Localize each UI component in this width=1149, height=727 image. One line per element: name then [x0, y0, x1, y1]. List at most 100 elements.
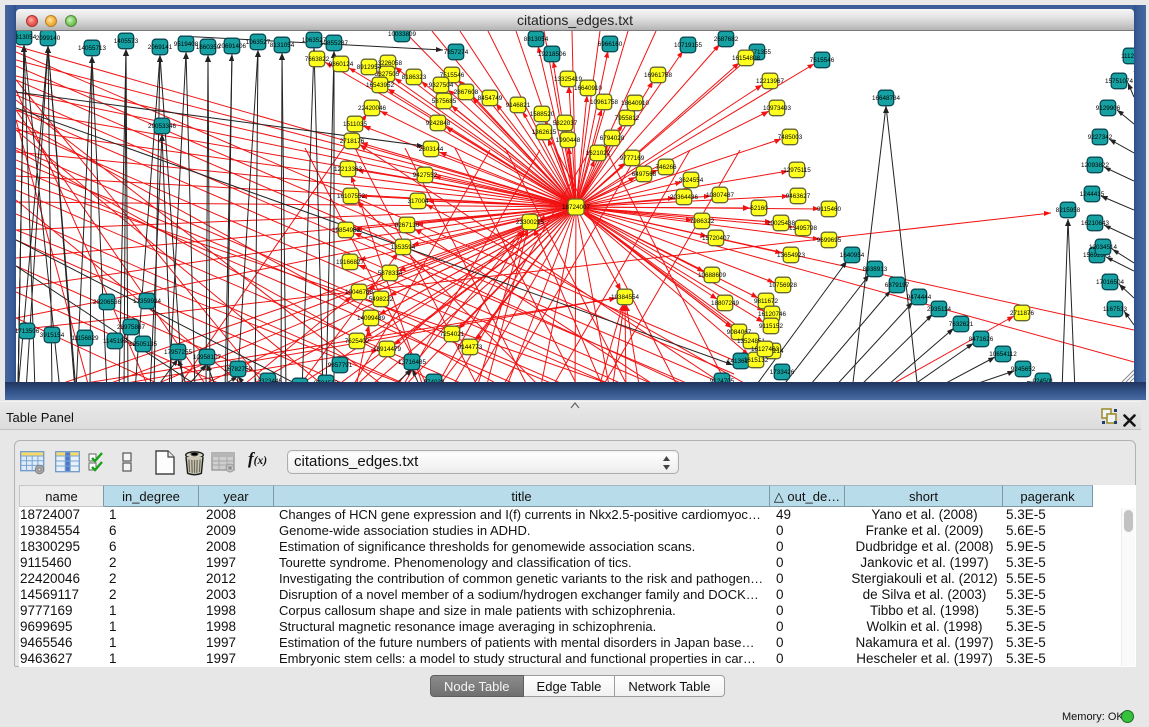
- svg-text:1511035: 1511035: [343, 121, 368, 128]
- svg-text:16127463: 16127463: [751, 346, 780, 353]
- svg-text:2711876: 2711876: [1010, 310, 1035, 317]
- svg-text:16543952: 16543952: [366, 82, 395, 89]
- svg-text:3624554: 3624554: [679, 177, 704, 184]
- svg-text:12505135: 12505135: [129, 341, 158, 348]
- svg-text:7986322: 7986322: [690, 218, 715, 225]
- svg-text:20691406: 20691406: [218, 43, 247, 50]
- svg-text:23300215: 23300215: [516, 219, 545, 226]
- svg-text:8471626: 8471626: [969, 336, 994, 343]
- svg-text:62160: 62160: [750, 205, 768, 212]
- svg-text:10958107: 10958107: [193, 354, 222, 361]
- svg-text:1405573: 1405573: [114, 38, 139, 45]
- svg-text:9146821: 9146821: [506, 102, 531, 109]
- svg-text:5878334: 5878334: [378, 270, 403, 277]
- svg-text:924501: 924501: [1032, 378, 1054, 382]
- svg-text:9860124: 9860124: [329, 61, 354, 68]
- svg-text:20364436: 20364436: [670, 194, 699, 201]
- svg-text:11156829: 11156829: [71, 335, 99, 342]
- svg-text:2099140: 2099140: [36, 35, 61, 42]
- svg-text:13716485: 13716485: [398, 359, 427, 366]
- svg-text:8131054: 8131054: [270, 42, 295, 49]
- svg-text:14055713: 14055713: [78, 45, 107, 52]
- svg-text:16107552: 16107552: [337, 193, 366, 200]
- svg-text:8267130: 8267130: [395, 222, 420, 229]
- svg-text:9144773: 9144773: [458, 344, 483, 351]
- svg-text:1621022: 1621022: [586, 150, 611, 157]
- svg-text:317004: 317004: [407, 198, 429, 205]
- svg-text:18724007: 18724007: [562, 204, 591, 211]
- svg-text:7632621: 7632621: [949, 321, 974, 328]
- svg-text:13325419: 13325419: [554, 76, 583, 83]
- svg-text:9427552: 9427552: [413, 172, 438, 179]
- svg-text:5498222: 5498222: [369, 296, 394, 303]
- svg-text:7625402: 7625402: [345, 338, 370, 345]
- svg-text:12093822: 12093822: [1081, 162, 1110, 169]
- svg-text:2687682: 2687682: [714, 36, 739, 43]
- svg-text:9857791: 9857791: [328, 362, 353, 369]
- svg-text:10756928: 10756928: [769, 282, 798, 289]
- svg-text:17957255: 17957255: [164, 349, 193, 356]
- svg-text:17016504: 17016504: [1096, 279, 1125, 286]
- svg-text:2935114: 2935114: [927, 306, 952, 313]
- svg-text:19166827: 19166827: [336, 259, 365, 266]
- svg-text:9777169: 9777169: [620, 155, 645, 162]
- svg-text:7515546: 7515546: [810, 57, 835, 64]
- svg-text:1733426: 1733426: [770, 369, 795, 376]
- svg-text:5322037: 5322037: [553, 120, 578, 127]
- svg-text:8794563: 8794563: [314, 380, 339, 382]
- svg-text:12975115: 12975115: [783, 167, 811, 174]
- svg-text:10961758: 10961758: [590, 99, 619, 106]
- svg-text:23975867: 23975867: [117, 324, 146, 331]
- svg-text:1640954: 1640954: [840, 252, 865, 259]
- svg-text:9811672: 9811672: [754, 298, 779, 305]
- svg-text:16961758: 16961758: [644, 72, 673, 79]
- svg-text:9327504: 9327504: [429, 82, 454, 89]
- svg-text:8938913: 8938913: [863, 266, 888, 273]
- svg-text:16210643: 16210643: [1081, 220, 1110, 227]
- svg-text:10719155: 10719155: [674, 42, 703, 49]
- svg-text:29053346: 29053346: [148, 123, 177, 130]
- svg-text:15751074: 15751074: [1105, 78, 1134, 85]
- svg-text:1362615: 1362615: [532, 129, 557, 136]
- svg-text:19218506: 19218506: [538, 51, 567, 58]
- svg-text:10973493: 10973493: [763, 105, 792, 112]
- svg-text:9227342: 9227342: [1088, 134, 1113, 141]
- svg-text:10855287: 10855287: [320, 40, 349, 47]
- svg-text:1588520: 1588520: [530, 111, 555, 118]
- svg-text:6879197: 6879197: [885, 282, 910, 289]
- svg-text:9115460: 9115460: [817, 206, 842, 213]
- svg-text:8454749: 8454749: [478, 95, 503, 102]
- svg-text:15720407: 15720407: [702, 235, 731, 242]
- svg-text:1353594: 1353594: [391, 244, 416, 251]
- svg-text:7254021: 7254021: [440, 331, 465, 338]
- svg-text:10654112: 10654112: [989, 351, 1017, 358]
- svg-text:16120746: 16120746: [758, 311, 787, 318]
- svg-text:1615132: 1615132: [744, 357, 769, 364]
- svg-text:9463627: 9463627: [786, 193, 811, 200]
- svg-text:16154808: 16154808: [732, 55, 761, 62]
- svg-text:9129906: 9129906: [1096, 105, 1121, 112]
- svg-text:12213363: 12213363: [334, 166, 363, 173]
- svg-text:9474444: 9474444: [907, 294, 932, 301]
- svg-text:1244415: 1244415: [1080, 191, 1105, 198]
- svg-text:16782759: 16782759: [224, 366, 253, 373]
- svg-text:1713506: 1713506: [16, 328, 40, 335]
- svg-text:16648784: 16648784: [872, 95, 901, 102]
- svg-text:6497568: 6497568: [632, 171, 657, 178]
- svg-text:10046788: 10046788: [345, 289, 374, 296]
- svg-text:12213967: 12213967: [756, 78, 785, 85]
- svg-text:18807249: 18807249: [711, 300, 740, 307]
- svg-text:16914479: 16914479: [373, 346, 402, 353]
- svg-text:2069141: 2069141: [148, 44, 173, 51]
- svg-text:12034514: 12034514: [1089, 244, 1118, 251]
- svg-text:1145193: 1145193: [103, 338, 128, 345]
- svg-text:9115152: 9115152: [759, 323, 784, 330]
- svg-text:10033809: 10033809: [388, 31, 417, 38]
- svg-text:19384554: 19384554: [611, 294, 640, 301]
- svg-text:8186323: 8186323: [402, 74, 427, 81]
- svg-text:7663822: 7663822: [305, 56, 330, 63]
- svg-text:14099489: 14099489: [357, 315, 386, 322]
- svg-text:1313054: 1313054: [16, 34, 37, 41]
- svg-text:746266: 746266: [655, 164, 677, 171]
- svg-text:9699695: 9699695: [817, 237, 842, 244]
